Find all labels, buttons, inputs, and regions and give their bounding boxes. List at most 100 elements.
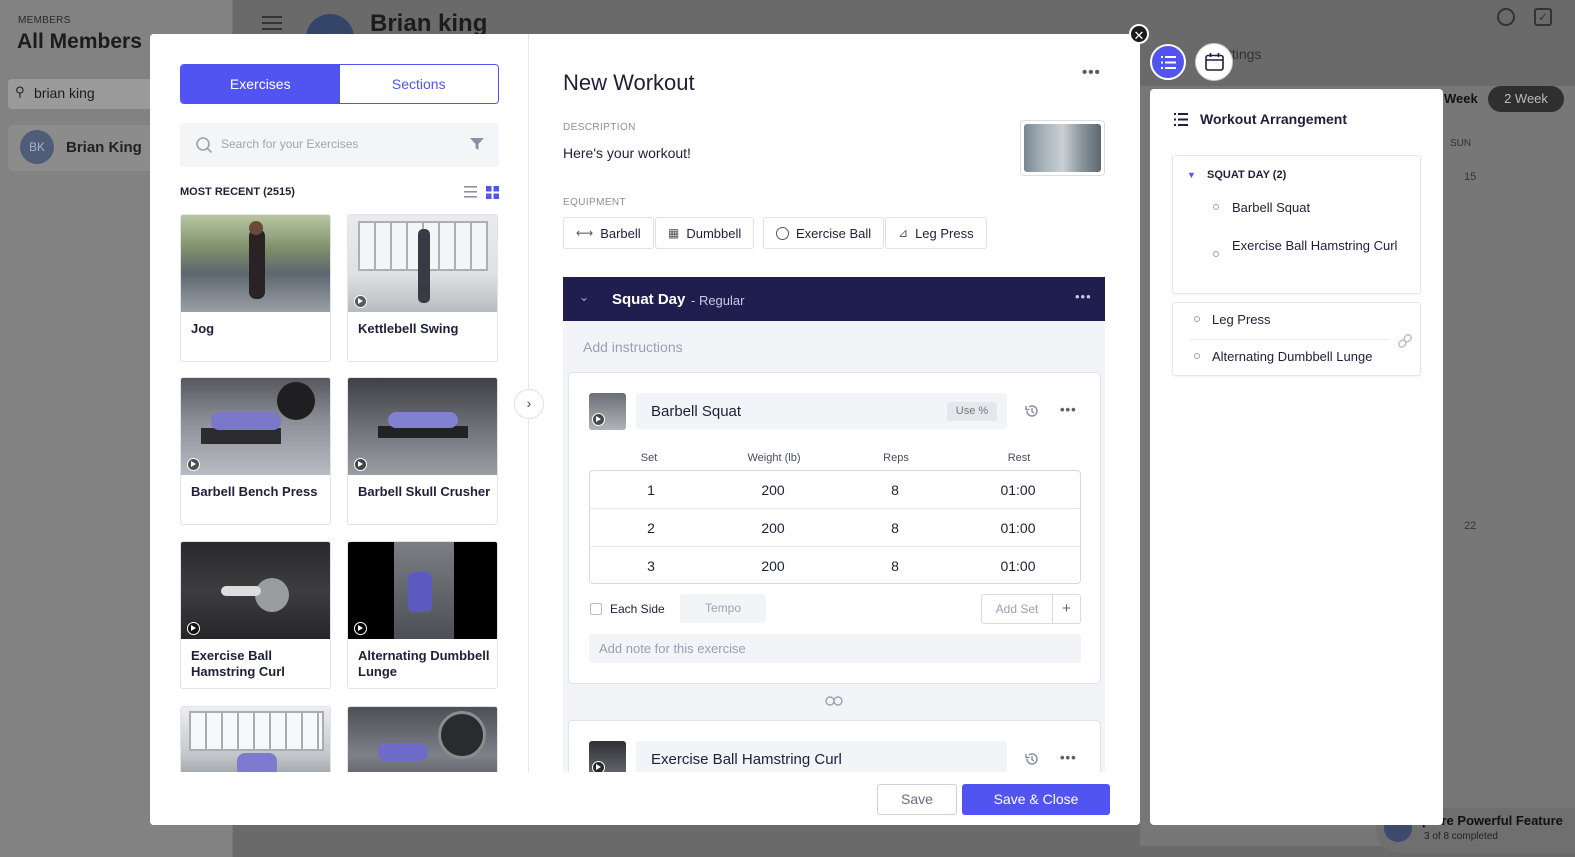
member-search-input[interactable]: ⚲ brian king [8,79,168,109]
exercise-card[interactable]: Jog [180,214,331,362]
set-weight[interactable]: 200 [712,471,834,509]
exercise-search-placeholder: Search for your Exercises [221,137,359,151]
set-row[interactable]: 1 200 8 01:00 [590,471,1080,509]
set-row[interactable]: 3 200 8 01:00 [590,547,1080,585]
exercise-thumbnail [181,215,330,312]
exercise-card[interactable]: Kettlebell Swing [347,214,498,362]
list-view-icon[interactable] [464,186,477,198]
set-reps[interactable]: 8 [834,547,956,585]
exercise-thumbnail [348,378,497,475]
set-rest[interactable]: 01:00 [956,547,1080,585]
arrangement-view-button[interactable] [1150,44,1186,80]
description-text[interactable]: Here's your workout! [563,145,691,161]
exercise-search-input[interactable]: Search for your Exercises [180,123,499,167]
equipment-chip-label: Exercise Ball [796,225,872,241]
section-header[interactable]: ⌄ Squat Day - Regular ••• [563,277,1105,321]
arrangement-item[interactable]: Exercise Ball Hamstring Curl [1232,237,1402,255]
section-more-icon[interactable]: ••• [1075,289,1092,304]
equipment-chip[interactable]: ⟷ Barbell [563,217,654,249]
set-number: 3 [647,558,655,574]
exercise-card[interactable]: Barbell Bench Press [180,377,331,525]
tab-settings[interactable]: ttings [1228,46,1261,62]
set-reps[interactable]: 8 [834,509,956,547]
arrangement-item[interactable]: Alternating Dumbbell Lunge [1212,348,1372,366]
exercise-thumbnail [348,542,497,639]
section-name[interactable]: Squat Day [612,291,685,308]
exercise-thumbnail [589,393,626,430]
calendar-view-button[interactable] [1195,43,1233,81]
equipment-label: EQUIPMENT [563,197,627,208]
each-side-checkbox[interactable] [590,603,602,615]
tempo-input[interactable]: Tempo [680,594,766,623]
workout-cover-image[interactable] [1020,120,1105,176]
arrangement-section-label: SQUAT DAY (2) [1207,169,1287,181]
member-avatar: BK [20,130,54,164]
bullet-icon [1194,316,1200,322]
bullet-icon [1213,251,1219,257]
set-weight[interactable]: 200 [712,547,834,585]
equipment-chip[interactable]: Exercise Ball [763,217,885,249]
equipment-chip[interactable]: ▦ Dumbbell [655,217,755,249]
task-check-icon[interactable]: ✓ [1534,8,1552,26]
col-header-set: Set [640,452,658,464]
equipment-chip-label: Leg Press [915,225,974,241]
sets-table: 1 200 8 01:00 2 200 8 01:00 3 200 8 01:0… [589,470,1081,584]
play-icon [592,413,605,426]
view-week-button[interactable]: Week [1444,91,1478,106]
arrangement-item[interactable]: Barbell Squat [1232,199,1310,217]
add-set-plus-button[interactable]: + [1053,595,1080,623]
section-instructions-input[interactable]: Add instructions [583,339,683,355]
link-icon[interactable] [1397,333,1413,349]
exercise-block: Barbell Squat Use % ••• Set Weight (lb) … [568,372,1101,684]
exercise-library-panel: Exercises Sections Search for your Exerc… [150,34,529,825]
close-icon[interactable]: ✕ [1129,24,1149,44]
set-row[interactable]: 2 200 8 01:00 [590,509,1080,547]
col-header-reps: Reps [883,452,909,464]
tab-sections[interactable]: Sections [339,65,498,103]
exercise-note-input[interactable]: Add note for this exercise [589,634,1081,663]
set-rest[interactable]: 01:00 [956,509,1080,547]
workout-title[interactable]: New Workout [563,70,695,96]
exercise-card[interactable]: Barbell Skull Crusher [347,377,498,525]
list-icon [1174,113,1188,126]
member-name: Brian King [66,139,142,156]
set-reps[interactable]: 8 [834,471,956,509]
exercise-name: Barbell Squat [651,403,742,420]
exercise-block: Exercise Ball Hamstring Curl ••• [568,720,1101,780]
divider [1189,339,1389,340]
arrangement-superset-group[interactable]: Leg Press Alternating Dumbbell Lunge [1172,302,1421,376]
exercise-card[interactable]: Exercise Ball Hamstring Curl [180,541,331,689]
equipment-chip[interactable]: ⊿ Leg Press [885,217,987,249]
set-rest[interactable]: 01:00 [956,471,1080,509]
calendar-date: 15 [1464,171,1477,183]
arrangement-item[interactable]: Leg Press [1212,311,1271,329]
bullet-icon [1194,353,1200,359]
search-icon: ⚲ [15,84,25,99]
view-2week-button[interactable]: 2 Week [1488,86,1564,112]
exercise-more-icon[interactable]: ••• [1060,750,1077,765]
workout-more-icon[interactable]: ••• [1082,64,1101,81]
exercise-more-icon[interactable]: ••• [1060,402,1077,417]
exercise-card[interactable]: Alternating Dumbbell Lunge [347,541,498,689]
filter-icon[interactable] [470,138,484,151]
chevron-down-icon[interactable]: ⌄ [579,290,589,304]
exercise-name: Exercise Ball Hamstring Curl [651,751,842,768]
caret-down-icon[interactable]: ▼ [1187,170,1196,180]
history-icon[interactable] [1024,751,1040,767]
member-search-value: brian king [34,85,95,101]
grid-view-icon[interactable] [486,186,499,199]
link-icon[interactable] [825,695,843,707]
workout-builder-modal: Exercises Sections Search for your Exerc… [150,34,1140,825]
search-icon[interactable] [1497,8,1515,26]
hamburger-icon[interactable] [262,16,282,30]
history-icon[interactable] [1024,403,1040,419]
save-close-button[interactable]: Save & Close [962,784,1110,815]
tab-exercises[interactable]: Exercises [181,65,340,103]
set-weight[interactable]: 200 [712,509,834,547]
chevron-right-icon[interactable]: › [514,389,544,419]
arrangement-section-group[interactable]: ▼ SQUAT DAY (2) Barbell Squat Exercise B… [1172,155,1421,294]
use-percent-toggle[interactable]: Use % [947,402,997,421]
save-button[interactable]: Save [877,784,957,815]
add-set-button[interactable]: Add Set [982,595,1053,623]
exercise-name-field[interactable]: Barbell Squat Use % [636,393,1007,429]
